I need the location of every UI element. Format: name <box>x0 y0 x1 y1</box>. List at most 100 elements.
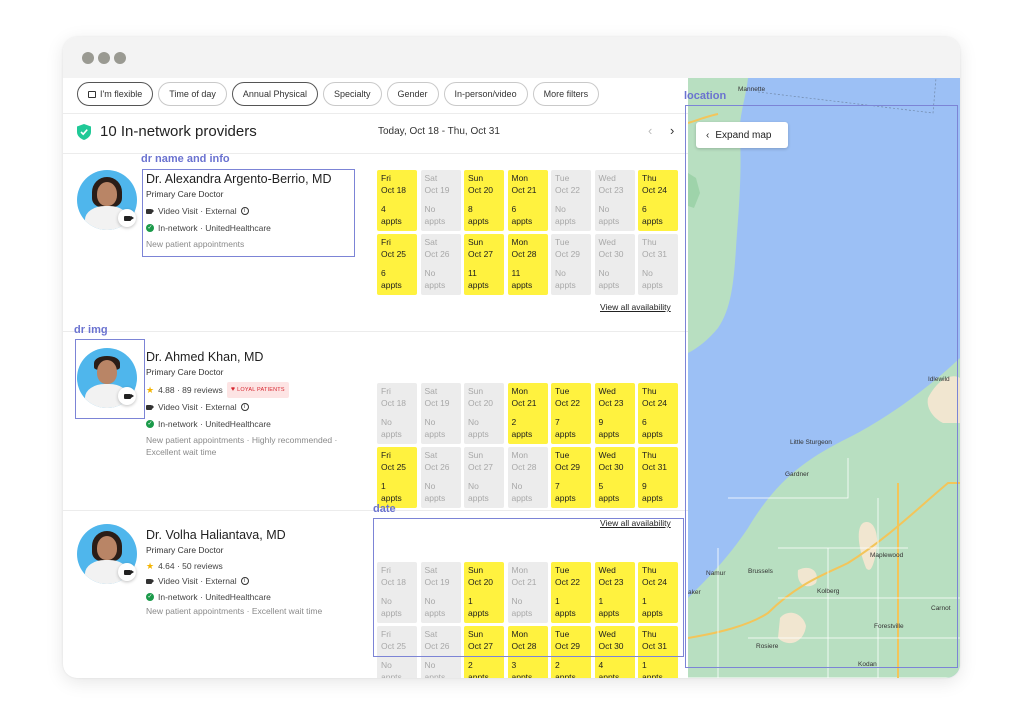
availability-slot[interactable]: Wed Oct 30 No appts <box>594 234 635 295</box>
slot-date: Oct 25 <box>381 461 407 472</box>
slot-unit: appts <box>468 428 489 439</box>
availability-slot[interactable]: Sun Oct 20 8 appts <box>464 170 504 231</box>
availability-slot[interactable]: Mon Oct 28 No appts <box>507 447 548 508</box>
slot-unit: appts <box>468 279 489 290</box>
slot-unit: appts <box>381 428 402 439</box>
availability-slot[interactable]: Sun Oct 20 No appts <box>464 383 504 444</box>
provider-name[interactable]: Dr. Volha Haliantava, MD <box>146 527 371 543</box>
annotation-box-img <box>75 339 145 419</box>
availability-slot[interactable]: Fri Oct 25 1 appts <box>377 447 417 508</box>
filter-gender[interactable]: Gender <box>386 82 439 106</box>
slot-unit: appts <box>642 215 663 226</box>
filter-time-of-day[interactable]: Time of day <box>158 82 227 106</box>
availability-slot[interactable]: Wed Oct 23 No appts <box>594 170 635 231</box>
availability-slot[interactable]: Mon Oct 21 6 appts <box>507 170 548 231</box>
rating-line: ★ 4.88 · 89 reviews ♥ LOYAL PATIENTS <box>146 382 371 398</box>
filter-label: I'm flexible <box>100 89 143 99</box>
availability-slot[interactable]: Fri Oct 25 6 appts <box>377 234 417 295</box>
availability-slot[interactable]: Sat Oct 26 No appts <box>420 234 461 295</box>
availability-slot[interactable]: Mon Oct 21 2 appts <box>507 383 548 444</box>
network-text: In-network · UnitedHealthcare <box>158 592 271 601</box>
slot-count: 1 <box>642 660 647 670</box>
slot-day: Wed <box>598 237 616 247</box>
info-icon[interactable]: i <box>240 577 249 585</box>
rating-text[interactable]: 4.88 · 89 reviews <box>158 384 223 396</box>
slot-count: 5 <box>598 481 604 491</box>
slot-day: Sat <box>424 386 438 396</box>
availability-slot[interactable]: Sun Oct 27 No appts <box>464 447 504 508</box>
slot-unit: appts <box>598 671 620 679</box>
slot-day: Fri <box>381 450 391 460</box>
star-icon: ★ <box>146 385 155 395</box>
video-badge <box>118 563 136 581</box>
info-icon[interactable]: i <box>240 403 249 411</box>
slot-count: 9 <box>642 481 647 491</box>
availability-slot[interactable]: Thu Oct 31 9 appts <box>638 447 678 508</box>
window-control-minimize[interactable] <box>98 52 110 64</box>
shield-check-icon <box>77 124 91 140</box>
filter-label: More filters <box>543 89 589 99</box>
slot-unit: appts <box>598 215 620 226</box>
availability-slot[interactable]: Tue Oct 22 7 appts <box>551 383 591 444</box>
network-text: In-network · UnitedHealthcare <box>158 419 271 429</box>
slot-count: No <box>424 417 436 427</box>
video-visit-text: Video Visit · External <box>158 576 237 586</box>
slot-unit: appts <box>468 215 489 226</box>
rating-text[interactable]: 4.64 · 50 reviews <box>158 560 223 572</box>
slot-date: Oct 30 <box>598 461 624 472</box>
chevron-left-icon[interactable]: ‹ <box>648 123 652 138</box>
availability-slot[interactable]: Thu Oct 24 6 appts <box>638 383 678 444</box>
slot-day: Tue <box>555 386 570 396</box>
video-camera-icon <box>123 569 134 575</box>
slot-unit: appts <box>424 215 446 226</box>
filter-im-flexible[interactable]: I'm flexible <box>77 82 154 106</box>
star-icon: ★ <box>146 561 155 571</box>
availability-slot[interactable]: Tue Oct 29 7 appts <box>551 447 591 508</box>
filter-label: In-person/video <box>454 89 517 99</box>
availability-slot[interactable]: Tue Oct 29 No appts <box>551 234 591 295</box>
slot-date: Oct 23 <box>598 184 624 195</box>
view-all-availability-link[interactable]: View all availability <box>600 302 671 312</box>
slot-unit: appts <box>511 428 533 439</box>
slot-count: No <box>598 268 610 278</box>
annotation-label-location: location <box>684 90 727 102</box>
availability-slot[interactable]: Tue Oct 22 No appts <box>551 170 591 231</box>
availability-slot[interactable]: Fri Oct 18 No appts <box>377 383 417 444</box>
slot-day: Mon <box>511 450 529 460</box>
chevron-right-icon[interactable]: › <box>670 123 674 138</box>
window-control-maximize[interactable] <box>114 52 126 64</box>
slot-count: 3 <box>511 660 517 670</box>
slot-day: Thu <box>642 173 657 183</box>
filter-specialty[interactable]: Specialty <box>322 82 382 106</box>
slot-count: 2 <box>511 417 517 427</box>
filter-annual-physical[interactable]: Annual Physical <box>231 82 318 106</box>
slot-day: Wed <box>598 386 616 396</box>
availability-slot[interactable]: Thu Oct 24 6 appts <box>638 170 678 231</box>
slot-count: No <box>424 268 436 278</box>
slot-day: Sun <box>468 450 484 460</box>
availability-slot[interactable]: Wed Oct 30 5 appts <box>594 447 635 508</box>
availability-slot[interactable]: Wed Oct 23 9 appts <box>594 383 635 444</box>
filter-more-filters[interactable]: More filters <box>532 82 600 106</box>
availability-slot[interactable]: Thu Oct 31 No appts <box>638 234 678 295</box>
slot-day: Sun <box>468 386 484 396</box>
provider-name[interactable]: Dr. Ahmed Khan, MD <box>146 349 371 365</box>
slot-date: Oct 21 <box>511 397 537 408</box>
slot-unit: appts <box>424 279 446 290</box>
filter-label: Specialty <box>333 89 371 99</box>
slot-unit: appts <box>424 671 446 679</box>
slot-count: No <box>468 481 479 491</box>
window-control-close[interactable] <box>82 52 94 64</box>
slot-date: Oct 19 <box>424 184 450 195</box>
availability-slot[interactable]: Mon Oct 28 11 appts <box>507 234 548 295</box>
availability-slot[interactable]: Sat Oct 19 No appts <box>420 383 461 444</box>
slot-unit: appts <box>511 279 533 290</box>
availability-slot[interactable]: Sat Oct 19 No appts <box>420 170 461 231</box>
slot-date: Oct 23 <box>598 397 624 408</box>
slot-date: Oct 24 <box>642 397 668 408</box>
filter-in-person-video[interactable]: In-person/video <box>443 82 528 106</box>
availability-slot[interactable]: Sun Oct 27 11 appts <box>464 234 504 295</box>
availability-slot[interactable]: Sat Oct 26 No appts <box>420 447 461 508</box>
availability-slot[interactable]: Fri Oct 18 4 appts <box>377 170 417 231</box>
slot-unit: appts <box>381 279 402 290</box>
